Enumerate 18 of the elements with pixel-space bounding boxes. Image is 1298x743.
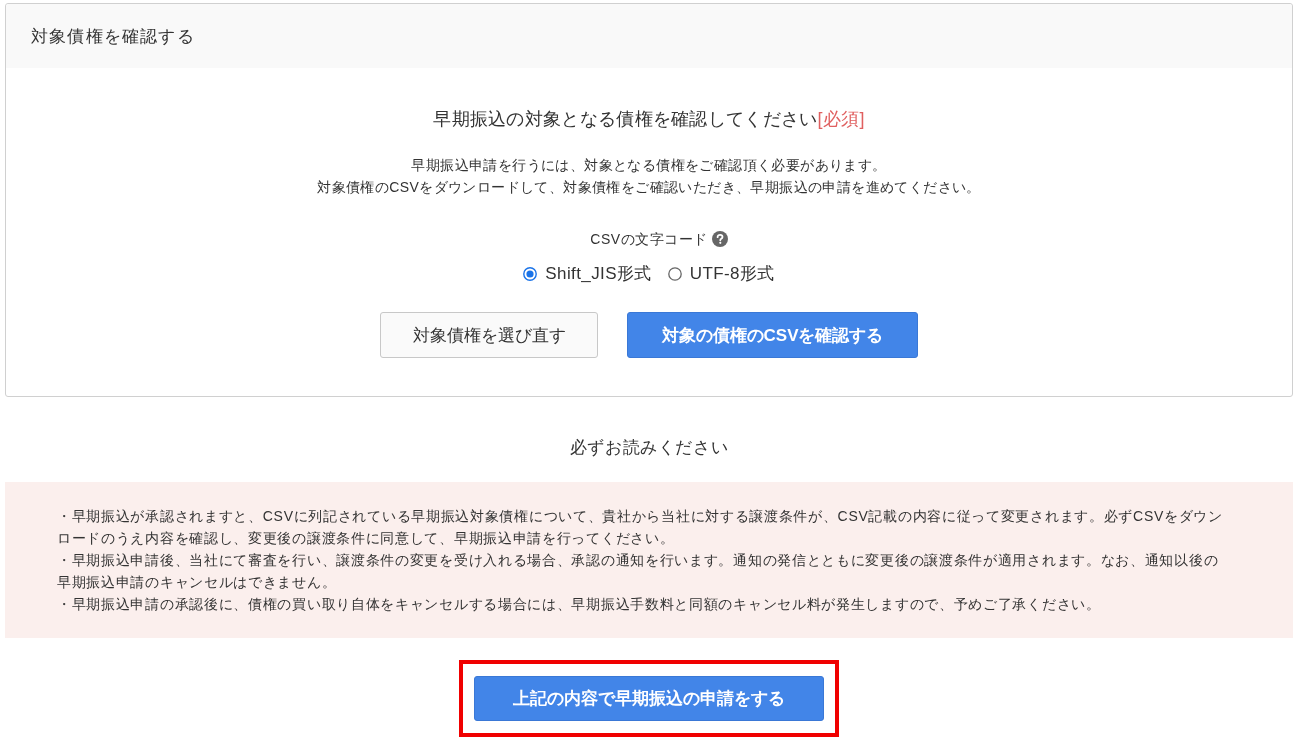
confirm-csv-button[interactable]: 対象の債権のCSVを確認する (627, 312, 918, 358)
notice-text: ・早期振込申請の承認後に、債権の買い取り自体をキャンセルする場合には、早期振込手数料と同額のキャンセル料が発生しますので、予めご了承ください。 (57, 595, 1102, 614)
encoding-label: CSVの文字コード (590, 230, 708, 249)
submit-button[interactable]: 上記の内容で早期振込の申請をする (474, 676, 824, 721)
radio-button-icon[interactable] (523, 267, 538, 281)
description-text: 早期振込申請を行うには、対象となる債権をご確認頂く必要があります。 (410, 156, 888, 175)
encoding-radio-option[interactable]: UTF-8形式 (667, 262, 775, 286)
description-text: 対象債権のCSVをダウンロードして、対象債権をご確認いただき、早期振込の申請を進めてください。 (317, 178, 981, 197)
help-icon[interactable] (711, 231, 728, 247)
reselect-button[interactable]: 対象債権を選び直す (380, 312, 598, 358)
notice-title: 必ずお読みください (568, 437, 730, 459)
notice-text: ・早期振込が承認されますと、CSVに列記されている早期振込対象債権について、貴社から当社に対する譲渡条件が、CSV記載の内容に従って変更されます。必ずCSVをダウンロードのうえ内容を確認し、変更後の譲渡条件に同意して、早期振込申請を行ってください。 (57, 507, 1224, 548)
required-label: [必須] (817, 109, 865, 129)
radio-button-icon[interactable] (667, 267, 682, 281)
notice-text: ・早期振込申請後、当社にて審査を行い、譲渡条件の変更を受け入れる場合、承認の通知を行います。通知の発信とともに変更後の譲渡条件が適用されます。なお、通知以後の早期振込申請のキャンセルはできません。 (57, 551, 1220, 592)
encoding-radio-option[interactable]: Shift_JIS形式 (523, 262, 652, 286)
panel-title: 対象債権を確認する (31, 25, 195, 48)
heading-text: 早期振込の対象となる債権を確認してください (433, 109, 818, 129)
